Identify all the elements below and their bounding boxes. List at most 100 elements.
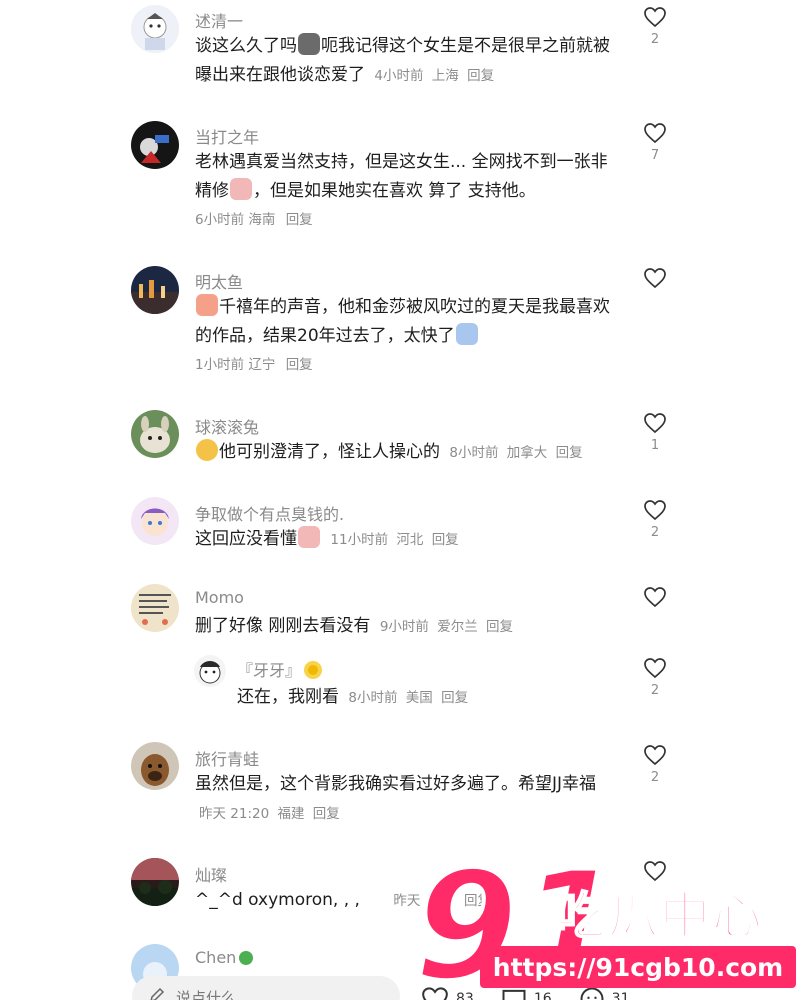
comment-meta: 8小时前 美国 回复 [348,690,468,706]
reply-button[interactable]: 回复 [286,357,313,373]
like-button[interactable]: 2 [641,499,669,540]
like-count [641,294,669,308]
like-post-button[interactable]: 83 [420,986,474,1000]
reply-button[interactable]: 回复 [486,619,513,635]
share-icon [580,987,604,1000]
comment-total: 16 [533,991,552,1000]
comment-meta: 11小时前 河北 回复 [330,532,458,548]
avatar[interactable] [131,742,179,790]
avatar[interactable] [131,497,179,545]
like-button[interactable] [641,586,669,627]
comment-meta: 昨天 21:20 福建 回复 [199,806,340,822]
username[interactable]: 明太鱼 [195,269,243,293]
like-button[interactable] [641,267,669,308]
comment-location: 美国 [405,690,433,706]
worried-face-emoji-icon [196,439,218,461]
like-button[interactable]: 1 [641,412,669,453]
heart-icon [422,987,448,1000]
comment-bubble-icon [502,989,526,1000]
comment-text-part: 虽然但是，这个背影我确实看过好多遍了。希望JJ幸福 [195,774,597,794]
comment-time: 昨天 21:20 [199,806,270,822]
watermark-url: https://91cgb10.com [480,946,796,988]
share-post-button[interactable]: 31 [578,986,630,1000]
comment-text-part: ，但是如果她实在喜欢 算了 支持他。 [253,181,536,201]
like-count: 2 [650,32,660,47]
avatar[interactable] [131,858,179,906]
crying-face-emoji-icon [230,178,252,200]
avatar[interactable] [131,5,179,53]
username[interactable]: Chen [195,948,254,967]
username[interactable]: 争取做个有点臭钱的. [195,501,344,525]
avatar[interactable] [131,584,179,632]
username[interactable]: 球滚滚兔 [195,414,259,438]
comment-text-part: 这回应没看懂 [195,529,297,549]
like-count: 7 [650,148,660,163]
comment-text: ^_^d oxymoron, , , 昨天 湖南 回复 [195,886,615,916]
reply-button[interactable]: 回复 [313,806,340,822]
avatar[interactable] [194,655,226,687]
reply-button[interactable]: 回复 [441,690,468,706]
peach-emoji-icon [196,294,218,316]
username[interactable]: 『牙牙』 [237,657,323,681]
comment-location: 海南 [248,212,276,228]
like-count: 2 [650,683,660,698]
like-button[interactable]: 2 [641,6,669,47]
username[interactable]: 灿璨 [195,862,227,886]
username-text: Chen [195,948,237,967]
comment-text: 删了好像 刚刚去看没有 9小时前 爱尔兰 回复 [195,612,615,642]
like-count: 2 [650,525,660,540]
comment-text: 这回应没看懂 11小时前 河北 回复 [195,525,615,555]
reply-button[interactable]: 回复 [464,893,491,909]
comment-time: 1小时前 [195,357,245,373]
comment-time: 4小时前 [374,68,424,84]
comment-location: 爱尔兰 [437,619,478,635]
comment-time: 8小时前 [449,445,499,461]
like-button[interactable]: 7 [641,122,669,163]
clover-icon [239,951,254,965]
comment-input-bar[interactable]: 说点什么... [132,976,400,1000]
comment-text-part: 还在，我刚看 [237,687,339,707]
heart-icon [644,745,666,766]
comment-text-part: 他可别澄清了，怪让人操心的 [219,442,440,462]
sticker-emoji-icon [455,323,478,345]
comment-location: 福建 [277,806,305,822]
reply-button[interactable]: 回复 [286,212,313,228]
comment-time: 11小时前 [330,532,389,548]
comment-meta: 4小时前 上海 回复 [374,68,494,84]
username[interactable]: 当打之年 [195,124,259,148]
avatar[interactable] [131,410,179,458]
comment-time: 9小时前 [379,619,429,635]
comment-time: 昨天 [393,893,421,909]
like-button[interactable]: 2 [641,744,669,785]
heart-icon [644,7,666,28]
bottom-actions: 83 16 31 [420,986,629,1000]
reply-button[interactable]: 回复 [432,532,459,548]
heart-icon [644,587,666,608]
comment-location: 上海 [431,68,459,84]
heart-icon [644,658,666,679]
username[interactable]: 旅行青蛙 [195,746,259,770]
comment-location: 加拿大 [506,445,548,461]
comment-text: 老林遇真爱当然支持，但是这女生... 全网找不到一张非精修 ，但是如果她实在喜欢 … [195,148,615,235]
avatar[interactable] [131,121,179,169]
like-button[interactable]: 2 [641,657,669,698]
comment-input-placeholder: 说点什么... [176,989,251,1000]
username[interactable]: Momo [195,588,244,607]
comment-post-button[interactable]: 16 [500,986,552,1000]
comment-time: 8小时前 [348,690,398,706]
crying-face-emoji-icon [298,526,320,548]
pen-icon [150,987,165,1000]
comment-time: 6小时前 [195,212,245,228]
username[interactable]: 述清一 [195,8,243,32]
comment-text-part: 删了好像 刚刚去看没有 [195,616,371,636]
like-total: 83 [456,991,474,1000]
comment-meta: 1小时前 辽宁 回复 [195,351,615,380]
avatar[interactable] [131,266,179,314]
like-count: 2 [650,770,660,785]
reply-button[interactable]: 回复 [556,445,583,461]
reply-button[interactable]: 回复 [467,68,494,84]
heart-icon [644,500,666,521]
username-text: 『牙牙』 [237,661,302,680]
share-total: 31 [611,991,630,1000]
comment-meta: 9小时前 爱尔兰 回复 [380,619,513,635]
